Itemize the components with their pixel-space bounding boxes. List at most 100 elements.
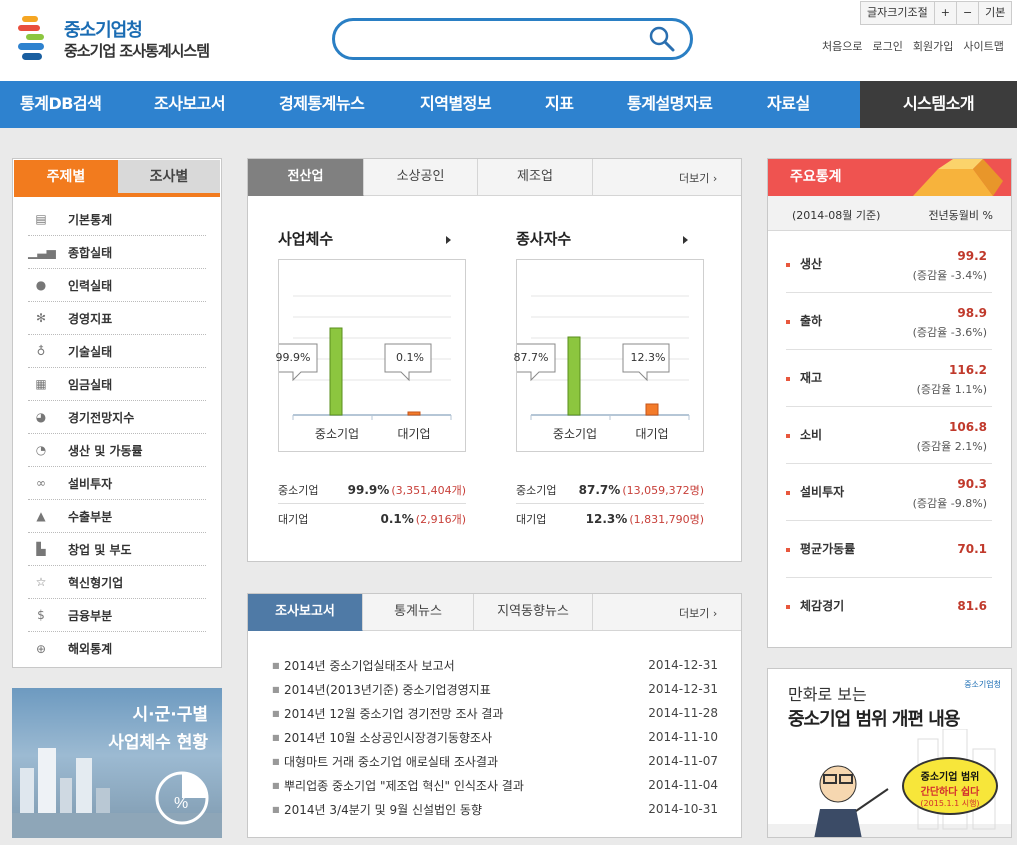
nav-reports[interactable]: 조사보고서 [154,81,226,128]
gear-icon: ✻ [35,311,47,325]
stat-value: 81.6 [957,599,987,613]
tab-small-business[interactable]: 소상공인 [364,159,478,196]
news-item[interactable]: ■ 대형마트 거래 중소기업 애로실태 조사결과 2014-11-07 [272,749,718,773]
menu-label: 종합실태 [68,245,113,260]
chart-employees: 87.7% 12.3% 중소기업 대기업 [508,259,704,452]
menu-item-workforce[interactable]: ● 인력실태 [28,269,206,302]
news-item[interactable]: ■ 2014년 3/4분기 및 9월 신설법인 동향 2014-10-31 [272,797,718,821]
summary-count: (13,059,372명) [622,484,704,497]
tab-all-industry[interactable]: 전산업 [248,159,364,196]
search-input[interactable] [349,27,639,51]
tab-by-survey[interactable]: 조사별 [118,160,220,195]
chart-arrow-icon[interactable] [446,236,451,244]
search-icon[interactable] [648,25,676,53]
logo-mark-icon [18,16,44,60]
lightbulb-icon: ♁ [36,344,46,358]
stat-row-consumption[interactable]: 소비 106.8 (증감율 2.1%) [786,407,992,464]
star-icon: ☆ [35,575,47,589]
menu-item-management[interactable]: ✻ 경영지표 [28,302,206,335]
svg-text:%: % [174,795,188,812]
stat-row-production[interactable]: 생산 99.2 (증감율 -3.4%) [786,236,992,293]
stat-row-shipment[interactable]: 출하 98.9 (증감율 -3.6%) [786,293,992,350]
menu-item-technology[interactable]: ♁ 기술실태 [28,335,206,368]
news-date: 2014-11-04 [648,778,718,792]
calculator-icon: ▦ [35,377,47,391]
news-title: 2014년 중소기업실태조사 보고서 [284,658,455,673]
summary-name: 중소기업 [278,484,319,497]
category-label-small: 중소기업 [314,427,360,441]
regional-count-banner[interactable]: 시·군·구별 사업체수 현황 % [12,688,222,838]
more-link[interactable]: 더보기 › [679,170,717,186]
summary-count: (1,831,790명) [629,512,704,526]
font-decrease-button[interactable]: − [957,2,980,24]
stat-row-sentiment[interactable]: 체감경기 81.6 [786,578,992,635]
stat-value: 98.9 [957,306,987,320]
font-default-button[interactable]: 기본 [979,2,1011,24]
chart-decoration-icon [913,159,1003,196]
chart-title-employees: 종사자수 [516,230,572,248]
tab-regional-news[interactable]: 지역동향뉴스 [474,594,593,631]
bubble-line1: 중소기업 범위 [920,772,980,783]
menu-item-export[interactable]: ▲ 수출부분 [28,500,206,533]
speech-bubble: 중소기업 범위 간단하다 쉽다 (2015.1.1 시행) [902,757,998,815]
news-title: 2014년 3/4분기 및 9월 신설법인 동향 [284,802,482,817]
nav-system-intro[interactable]: 시스템소개 [860,81,1017,128]
sitemap-link[interactable]: 사이트맵 [963,38,1003,54]
cartoon-banner[interactable]: 중소기업청 만화로 보는 중소기업 범위 개편 내용 중소기업 범위 간단하다 … [767,668,1012,838]
menu-item-overseas[interactable]: ⊕ 해외통계 [28,632,206,665]
menu-item-production[interactable]: ◔ 생산 및 가동률 [28,434,206,467]
news-title: 2014년 10월 소상공인시장경기동향조사 [284,730,492,745]
site-logo[interactable]: 중소기업청 중소기업 조사통계시스템 [16,14,236,66]
nav-econ-news[interactable]: 경제통계뉴스 [279,81,365,128]
menu-item-outlook[interactable]: ◕ 경기전망지수 [28,401,206,434]
tab-stats-news[interactable]: 통계뉴스 [363,594,474,631]
banner-line1: 만화로 보는 [788,685,867,704]
stat-change: (증감율 2.1%) [916,440,987,453]
ship-icon: ▲ [36,509,46,523]
logo-subtitle: 중소기업 조사통계시스템 [64,42,210,60]
news-item[interactable]: ■ 뿌리업종 중소기업 "제조업 혁신" 인식조사 결과 2014-11-04 [272,773,718,797]
more-link[interactable]: 더보기 › [679,605,717,621]
font-increase-button[interactable]: + [935,2,957,24]
menu-label: 경영지표 [68,311,113,326]
bubble-line2: 간단하다 쉽다 [920,787,980,798]
login-link[interactable]: 로그인 [872,38,902,54]
tab-by-topic[interactable]: 주제별 [14,160,118,195]
stat-row-utilization[interactable]: 평균가동률 70.1 [786,521,992,578]
stat-value: 99.2 [957,249,987,263]
tab-manufacturing[interactable]: 제조업 [478,159,593,196]
menu-item-finance[interactable]: $ 금융부분 [28,599,206,632]
nav-db-search[interactable]: 통계DB검색 [20,81,102,128]
nav-regional[interactable]: 지역별정보 [420,81,492,128]
menu-item-wages[interactable]: ▦ 임금실태 [28,368,206,401]
stat-row-inventory[interactable]: 재고 116.2 (증감율 1.1%) [786,350,992,407]
category-label-large: 대기업 [397,427,431,441]
tab-underline [14,195,220,197]
nav-docs[interactable]: 통계설명자료 [627,81,713,128]
chart-arrow-icon[interactable] [683,236,688,244]
key-stats-title: 주요통계 [790,169,842,185]
tab-survey-reports[interactable]: 조사보고서 [248,594,363,631]
menu-item-innovation[interactable]: ☆ 혁신형기업 [28,566,206,599]
news-item[interactable]: ■ 2014년 중소기업실태조사 보고서 2014-12-31 [272,653,718,677]
home-link[interactable]: 처음으로 [822,38,862,54]
news-date: 2014-11-28 [648,706,718,720]
news-date: 2014-12-31 [648,658,718,672]
menu-item-overall[interactable]: ▁▃▅ 종합실태 [28,236,206,269]
stat-change: (증감율 -3.4%) [912,269,987,282]
utility-links: 처음으로 로그인 회원가입 사이트맵 [822,38,1004,54]
nav-indicators[interactable]: 지표 [545,81,574,128]
news-item[interactable]: ■ 2014년 10월 소상공인시장경기동향조사 2014-11-10 [272,725,718,749]
menu-label: 수출부분 [68,509,113,524]
news-item[interactable]: ■ 2014년 12월 중소기업 경기전망 조사 결과 2014-11-28 [272,701,718,725]
stat-row-investment[interactable]: 설비투자 90.3 (증감율 -9.8%) [786,464,992,521]
pie-icon: ◕ [35,410,47,424]
signup-link[interactable]: 회원가입 [913,38,953,54]
more-label: 더보기 [679,607,710,620]
menu-item-basic-stats[interactable]: ▤ 기본통계 [28,203,206,236]
menu-item-investment[interactable]: ∞ 설비투자 [28,467,206,500]
news-item[interactable]: ■ 2014년(2013년기준) 중소기업경영지표 2014-12-31 [272,677,718,701]
tab-spacer [593,594,741,631]
menu-item-startup[interactable]: ▙ 창업 및 부도 [28,533,206,566]
nav-library[interactable]: 자료실 [767,81,810,128]
